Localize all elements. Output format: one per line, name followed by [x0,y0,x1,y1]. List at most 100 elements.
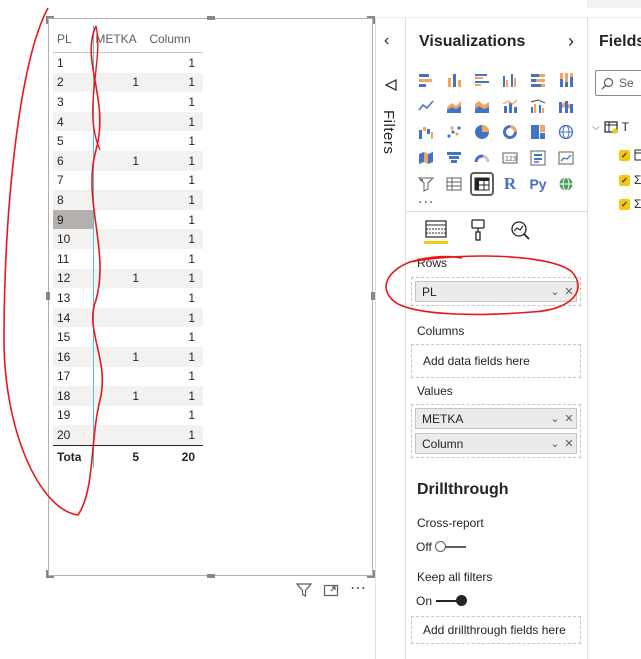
cell-metka[interactable] [93,288,145,308]
table-row[interactable]: 81 [53,190,203,210]
resize-handle-bottom[interactable] [207,574,215,578]
treemap-icon[interactable] [528,122,548,142]
cell-pl[interactable]: 9 [53,209,93,230]
cell-metka[interactable]: 1 [93,151,145,171]
checkbox-checked-icon[interactable]: ✓ [619,198,630,210]
chevron-down-icon[interactable]: ⌄ [548,412,562,425]
area-chart-icon[interactable] [444,96,464,116]
filters-label[interactable]: Filters [380,110,397,154]
cell-metka[interactable]: 1 [93,386,145,406]
fields-search-input[interactable]: Se [595,70,641,96]
cell-column[interactable]: 1 [145,53,201,73]
cell-pl[interactable]: 1 [53,53,93,73]
cell-pl[interactable]: 20 [53,425,93,445]
kpi-icon[interactable] [556,148,576,168]
chevron-down-icon[interactable]: ⌵ [592,122,600,133]
resize-corner-bl[interactable] [46,570,54,578]
filled-map-icon[interactable] [416,148,436,168]
table-row[interactable]: 17 1 [53,367,203,387]
cell-pl[interactable]: 17 [53,367,93,387]
filters-pane[interactable]: ‹ Filters [375,18,405,659]
cell-pl[interactable]: 6 [53,151,93,171]
cell-pl[interactable]: 8 [53,190,93,210]
resize-corner-br[interactable] [367,570,375,578]
line-and-clustered-column-icon[interactable] [528,96,548,116]
python-visual-icon[interactable]: Py [528,174,548,194]
cell-metka[interactable] [93,249,145,269]
cell-pl[interactable]: 19 [53,406,93,426]
cell-metka[interactable] [93,406,145,426]
cell-column[interactable]: 1 [145,131,201,151]
analytics-tab[interactable] [508,216,532,244]
clustered-bar-chart-icon[interactable] [472,70,492,90]
cell-pl[interactable]: 16 [53,347,93,367]
waterfall-chart-icon[interactable] [416,122,436,142]
chevron-left-icon[interactable]: ‹ [384,32,389,50]
table-row[interactable]: 10 1 [53,229,203,249]
table-row[interactable]: 51 [53,131,203,151]
table-row[interactable]: 611 [53,150,203,171]
values-field-pill[interactable]: METKA ⌄ ✕ [415,408,577,429]
stacked-bar-chart-icon[interactable] [416,70,436,90]
table-row[interactable]: 15 1 [53,327,203,347]
cell-metka[interactable] [93,308,145,328]
cell-column[interactable]: 1 [145,249,201,269]
resize-corner-tl[interactable] [46,16,54,24]
stacked-column-chart-icon[interactable] [444,70,464,90]
cell-metka[interactable] [93,425,145,445]
values-field-pill[interactable]: Column ⌄ ✕ [415,433,577,454]
header-column[interactable]: Column [145,25,201,52]
field-item[interactable]: ✓ Σ [619,173,641,187]
table-row[interactable]: 14 1 [53,307,203,328]
table-row[interactable]: 13 1 [53,288,203,308]
cell-column[interactable]: 1 [145,229,201,249]
cell-pl[interactable]: 10 [53,229,93,249]
table-row[interactable]: 16 1 1 [53,346,203,367]
table-row[interactable]: 11 1 [53,249,203,269]
format-tab[interactable] [466,216,490,244]
ribbon-chart-icon[interactable] [556,96,576,116]
arcgis-map-icon[interactable] [556,174,576,194]
cell-pl[interactable]: 11 [53,249,93,269]
table-row[interactable]: 41 [53,111,203,132]
remove-field-icon[interactable]: ✕ [562,412,576,425]
scatter-chart-icon[interactable] [444,122,464,142]
keep-filters-toggle[interactable]: On [416,594,468,608]
cell-pl[interactable]: 7 [53,171,93,191]
line-and-stacked-column-icon[interactable] [500,96,520,116]
cell-pl[interactable]: 12 [53,269,93,289]
gauge-icon[interactable] [472,148,492,168]
cell-column[interactable]: 1 [145,425,201,445]
card-icon[interactable]: 123 [500,148,520,168]
cross-report-toggle[interactable]: Off [416,540,466,554]
cell-column[interactable]: 1 [145,190,201,210]
table-row[interactable]: 71 [53,171,203,191]
pie-chart-icon[interactable] [472,122,492,142]
cell-column[interactable]: 1 [145,269,201,289]
values-well[interactable]: METKA ⌄ ✕ Column ⌄ ✕ [411,404,581,458]
table-row[interactable]: 91 [53,209,203,230]
donut-chart-icon[interactable] [500,122,520,142]
cell-pl[interactable]: 13 [53,288,93,308]
filter-icon[interactable] [295,582,313,602]
cell-column[interactable]: 1 [145,288,201,308]
table-row[interactable]: 19 1 [53,406,203,426]
checkbox-checked-icon[interactable]: ✓ [619,174,630,186]
more-options-icon[interactable]: ⋯ [350,578,367,598]
columns-well[interactable]: Add data fields here [411,344,581,378]
100-stacked-column-chart-icon[interactable] [556,70,576,90]
table-row[interactable]: 18 1 1 [53,386,203,406]
table-icon[interactable] [444,174,464,194]
cell-column[interactable]: 1 [145,151,201,171]
cell-pl[interactable]: 2 [53,73,93,93]
r-visual-icon[interactable]: R [500,174,520,194]
cell-pl[interactable]: 15 [53,327,93,347]
header-metka[interactable]: METKA [93,25,145,52]
drillthrough-well[interactable]: Add drillthrough fields here [411,616,581,644]
cell-metka[interactable] [93,229,145,249]
cell-column[interactable]: 1 [145,171,201,191]
100-stacked-bar-chart-icon[interactable] [528,70,548,90]
cell-column[interactable]: 1 [145,367,201,387]
checkbox-checked-icon[interactable]: ✓ [619,149,630,161]
more-visuals-button[interactable]: ... [418,190,434,208]
